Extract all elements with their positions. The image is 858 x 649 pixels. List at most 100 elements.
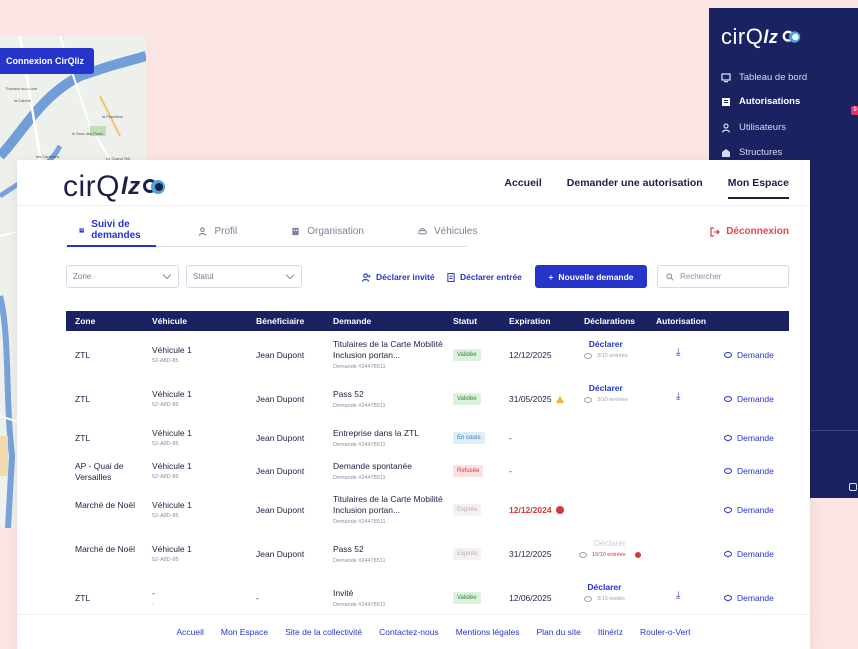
sidebar-item-dashboard[interactable]: Tableau de bord <box>721 72 807 83</box>
eye-icon <box>724 468 732 474</box>
footer-link-itineriz[interactable]: Itinériz <box>598 627 623 649</box>
cell-expiration: - <box>509 466 512 476</box>
nav-mon-espace[interactable]: Mon Espace <box>727 177 789 199</box>
vehicle-name: Véhicule 1 <box>152 461 192 471</box>
request-title: Invité <box>333 588 354 598</box>
view-demande-link[interactable]: Demande <box>724 433 774 443</box>
col-header-beneficiaire[interactable]: Bénéficiaire <box>256 316 304 326</box>
vehicle-name: Véhicule 1 <box>152 345 192 355</box>
tab-organisation[interactable]: Organisation <box>279 223 376 247</box>
tab-vehicules[interactable]: Véhicules <box>406 223 489 247</box>
demande-label: Demande <box>737 549 774 559</box>
logout-icon[interactable] <box>849 483 857 491</box>
request-title: Titulaires de la Carte Mobilité Inclusio… <box>333 494 443 515</box>
nav-demander-autorisation[interactable]: Demander une autorisation <box>567 177 703 199</box>
tab-suivi-demandes[interactable]: Suivi de demandes <box>67 219 157 247</box>
top-navigation: Accueil Demander une autorisation Mon Es… <box>504 177 789 199</box>
footer-link-rouler-o-vert[interactable]: Rouler-o-Vert <box>640 627 691 649</box>
view-demande-link[interactable]: Demande <box>724 593 774 603</box>
col-header-expiration[interactable]: Expiration <box>509 316 551 326</box>
request-number: Demande #24478511 <box>333 602 386 608</box>
request-number: Demande #24478511 <box>333 519 386 525</box>
map-label: la Plaudière <box>102 114 124 119</box>
search-input[interactable]: Rechercher <box>657 265 789 288</box>
cell-zone: Marché de Noël <box>75 500 136 510</box>
footer-link-mentions-legales[interactable]: Mentions légales <box>456 627 520 649</box>
tab-label: Suivi de demandes <box>91 219 141 241</box>
statut-select[interactable]: Statut <box>186 265 302 288</box>
download-icon[interactable]: ⤓ <box>676 590 680 601</box>
vehicle-name: Véhicule 1 <box>152 544 192 554</box>
footer-link-contact[interactable]: Contactez-nous <box>379 627 439 649</box>
request-title: Pass 52 <box>333 389 364 399</box>
footer-link-plan-du-site[interactable]: Plan du site <box>536 627 580 649</box>
map-label: la Cabine <box>14 98 31 103</box>
request-number: Demande #24478511 <box>333 475 386 481</box>
col-header-vehicule[interactable]: Véhicule <box>152 316 187 326</box>
main-window: cirQ lz Accueil Demander une autorisation… <box>17 160 810 649</box>
vehicle-plate: - <box>152 601 154 607</box>
decl-count-text: 3/10 invités <box>597 596 625 602</box>
declare-link[interactable]: Déclarer <box>584 339 628 349</box>
demande-label: Demande <box>737 466 774 476</box>
eye-icon <box>724 435 732 441</box>
vehicle-name: Véhicule 1 <box>152 500 192 510</box>
user-add-icon <box>362 272 371 282</box>
view-demande-link[interactable]: Demande <box>724 466 774 476</box>
new-request-button[interactable]: + Nouvelle demande <box>535 265 647 288</box>
footer-link-site-collectivite[interactable]: Site de la collectivité <box>285 627 362 649</box>
download-icon[interactable]: ⤓ <box>676 347 680 358</box>
col-header-zone[interactable]: Zone <box>75 316 95 326</box>
cell-expiration: 31/05/2025 <box>509 394 564 404</box>
col-header-autorisation[interactable]: Autorisation <box>656 316 706 326</box>
cell-request: Pass 52 Demande #24478511 <box>333 544 443 564</box>
view-demande-link[interactable]: Demande <box>724 505 774 515</box>
site-logo[interactable]: cirQ lz <box>63 170 169 204</box>
cell-beneficiary: Jean Dupont <box>256 350 305 360</box>
view-demande-link[interactable]: Demande <box>724 394 774 404</box>
logout-button[interactable]: Déconnexion <box>710 226 789 237</box>
nav-accueil[interactable]: Accueil <box>504 177 541 199</box>
col-header-declarations[interactable]: Déclarations <box>584 316 635 326</box>
request-title: Pass 52 <box>333 544 364 554</box>
col-header-statut[interactable]: Statut <box>453 316 477 326</box>
declare-link[interactable]: Déclarer <box>584 582 625 592</box>
vehicle-name: Véhicule 1 <box>152 389 192 399</box>
declare-link[interactable]: Déclarer <box>584 383 628 393</box>
tab-profil[interactable]: Profil <box>186 223 249 247</box>
status-badge: En cours <box>453 432 485 444</box>
expiration-date: 31/05/2025 <box>509 394 552 404</box>
demande-label: Demande <box>737 433 774 443</box>
cell-request: Titulaires de la Carte Mobilité Inclusio… <box>333 339 443 370</box>
view-demande-link[interactable]: Demande <box>724 549 774 559</box>
view-demande-link[interactable]: Demande <box>724 350 774 360</box>
sidebar-item-utilisateurs[interactable]: Utilisateurs <box>721 122 786 133</box>
sidebar-item-autorisations[interactable]: Autorisations <box>721 96 800 107</box>
zone-select[interactable]: Zone <box>66 265 179 288</box>
request-number: Demande #24478511 <box>333 442 386 448</box>
declare-guest-button[interactable]: Déclarer invité <box>362 272 435 282</box>
cell-request: Invité Demande #24478511 <box>333 588 443 608</box>
logout-icon <box>710 226 721 237</box>
footer-link-mon-espace[interactable]: Mon Espace <box>221 627 268 649</box>
declare-entry-button[interactable]: Déclarer entrée <box>447 272 522 282</box>
cell-expiration: 12/12/2024 <box>509 505 564 515</box>
footer-link-accueil[interactable]: Accueil <box>176 627 203 649</box>
col-header-demande[interactable]: Demande <box>333 316 371 326</box>
status-badge: Validée <box>453 393 481 405</box>
sidebar-item-structures[interactable]: Structures <box>721 147 782 158</box>
error-icon <box>634 552 641 558</box>
vehicle-plate: 52-A8D-85 <box>152 474 179 480</box>
eye-icon <box>724 595 732 601</box>
document-icon <box>722 97 730 106</box>
zone-select-value: Zone <box>73 272 92 281</box>
status-badge: Validée <box>453 592 481 604</box>
download-icon[interactable]: ⤓ <box>676 391 680 402</box>
decl-count: 3/10 invités <box>584 596 625 602</box>
logo-text: cirQ <box>721 24 764 49</box>
sidebar-logo: cirQ lz <box>721 24 806 50</box>
request-number: Demande #24478511 <box>333 364 386 370</box>
decl-count: 3/10 entrées <box>584 397 628 403</box>
connexion-cirqliz-button[interactable]: Connexion CirQliz <box>0 48 94 74</box>
statut-select-value: Statut <box>193 272 214 281</box>
